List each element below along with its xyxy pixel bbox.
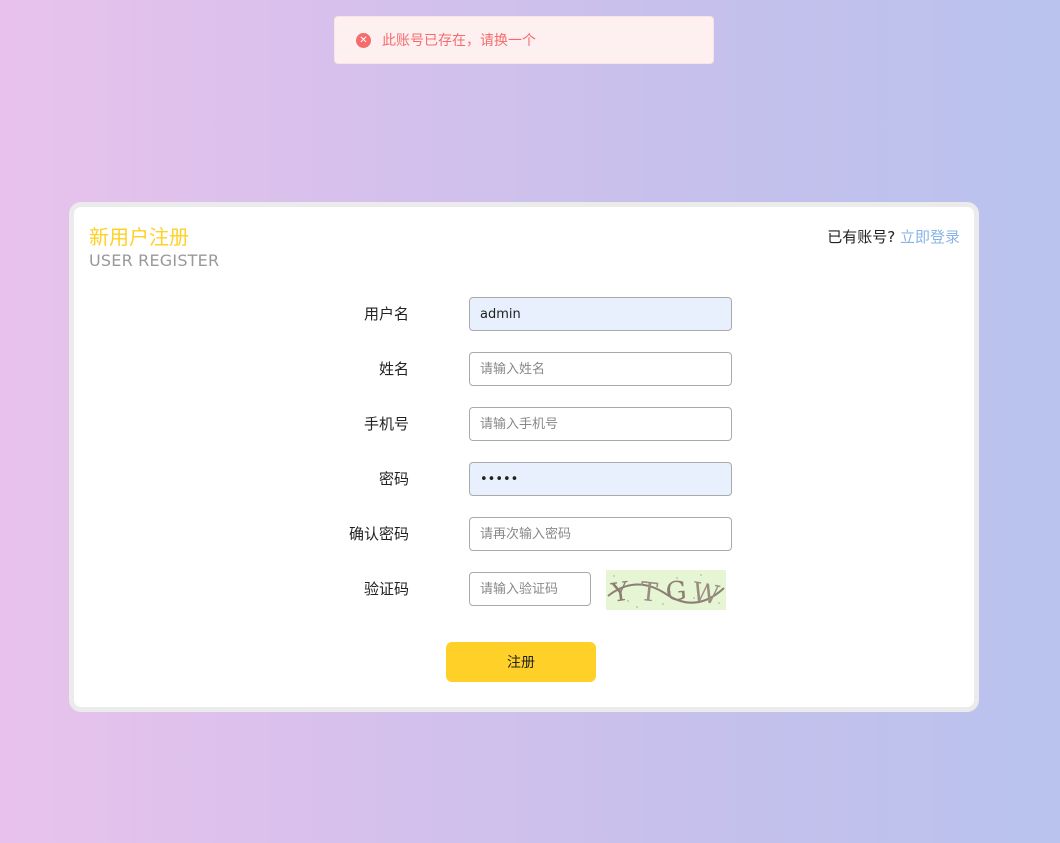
- form-row-name: 姓名: [74, 352, 974, 386]
- captcha-char: W: [690, 577, 722, 610]
- captcha-image[interactable]: Y T G W: [606, 570, 726, 610]
- login-link[interactable]: 立即登录: [900, 228, 960, 246]
- page-title: 新用户注册: [89, 225, 189, 249]
- password-input[interactable]: [469, 462, 732, 496]
- login-hint: 已有账号? 立即登录: [827, 225, 960, 249]
- form-row-confirm-password: 确认密码: [74, 517, 974, 551]
- phone-label: 手机号: [363, 415, 409, 433]
- captcha-input[interactable]: [469, 572, 591, 606]
- password-label: 密码: [378, 470, 409, 488]
- register-card: 新用户注册 USER REGISTER 已有账号? 立即登录 用户名 姓名 手机…: [69, 202, 979, 712]
- captcha-label: 验证码: [363, 580, 409, 598]
- form-row-captcha: 验证码 Y T G W: [74, 570, 974, 610]
- login-hint-text: 已有账号?: [827, 228, 896, 246]
- confirm-password-label: 确认密码: [348, 525, 409, 543]
- confirm-password-input[interactable]: [469, 517, 732, 551]
- error-circle-icon: ✕: [356, 32, 371, 48]
- username-input[interactable]: [469, 297, 732, 331]
- captcha-char: G: [665, 576, 688, 607]
- toast-message: 此账号已存在，请换一个: [382, 33, 536, 49]
- form-row-password: 密码: [74, 462, 974, 496]
- username-label: 用户名: [363, 305, 409, 323]
- form-row-phone: 手机号: [74, 407, 974, 441]
- error-toast: ✕ 此账号已存在，请换一个: [334, 16, 714, 64]
- form-row-username: 用户名: [74, 297, 974, 331]
- page-subtitle: USER REGISTER: [89, 251, 220, 270]
- phone-input[interactable]: [469, 407, 732, 441]
- name-label: 姓名: [378, 360, 409, 378]
- register-button[interactable]: 注册: [446, 642, 596, 682]
- name-input[interactable]: [469, 352, 732, 386]
